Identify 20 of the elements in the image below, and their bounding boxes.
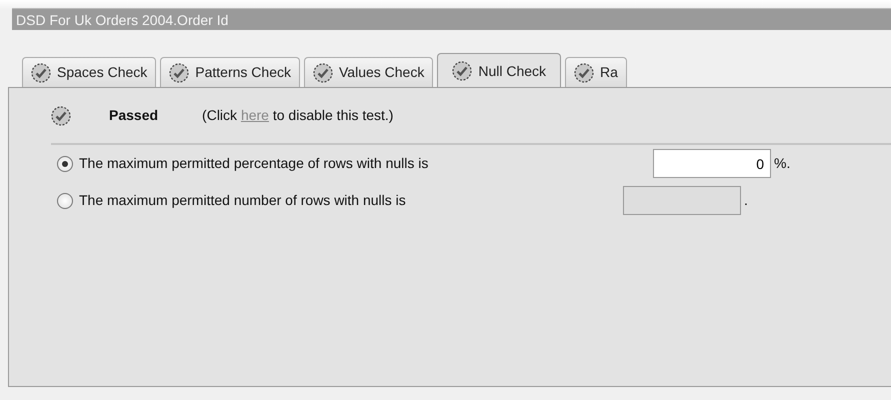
tab[interactable]: Ra xyxy=(565,57,627,87)
unit-label: %. xyxy=(774,154,790,173)
tab[interactable]: Spaces Check xyxy=(22,57,156,87)
option-label: The maximum permitted number of rows with nulls is xyxy=(79,191,407,210)
status-label: Passed xyxy=(109,106,158,125)
check-icon xyxy=(51,106,71,126)
window-title: DSD For Uk Orders 2004.Order Id xyxy=(12,8,891,30)
radio-button[interactable] xyxy=(57,156,73,172)
tab[interactable]: Values Check xyxy=(304,57,434,87)
tab[interactable]: Null Check xyxy=(437,53,562,87)
unit-label: . xyxy=(744,191,748,210)
disable-hint: (Click here to disable this test.) xyxy=(202,106,394,125)
check-icon xyxy=(452,61,472,81)
option-label: The maximum permitted percentage of rows with nulls is xyxy=(79,154,430,173)
check-icon xyxy=(169,62,190,82)
input-field[interactable]: 0 xyxy=(653,149,771,178)
check-icon xyxy=(31,62,51,82)
check-icon xyxy=(574,62,594,82)
check-icon xyxy=(313,62,333,82)
tab[interactable]: Patterns Check xyxy=(160,57,300,87)
